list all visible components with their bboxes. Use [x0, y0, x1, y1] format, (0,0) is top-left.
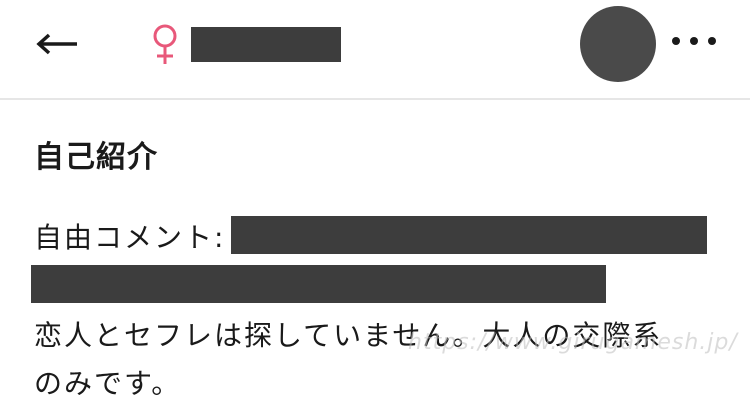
back-button[interactable] [32, 24, 82, 64]
section-title-self-introduction: 自己紹介 [34, 140, 158, 175]
free-comment-label: 自由コメント: [34, 221, 226, 254]
female-symbol-icon [148, 22, 182, 66]
more-dot [690, 37, 698, 45]
username-redacted [191, 27, 341, 62]
more-horizontal-icon [672, 37, 680, 45]
avatar[interactable] [580, 6, 656, 82]
watermark: https://www.girugamesh.jp/ [408, 330, 738, 355]
comment-text-line: のみです。 [34, 367, 182, 400]
more-options-button[interactable] [672, 26, 716, 56]
arrow-left-icon [36, 33, 77, 55]
more-dot [708, 37, 716, 45]
comment-redacted-2 [31, 265, 606, 303]
profile-header [0, 0, 750, 100]
comment-redacted-1 [231, 216, 707, 254]
